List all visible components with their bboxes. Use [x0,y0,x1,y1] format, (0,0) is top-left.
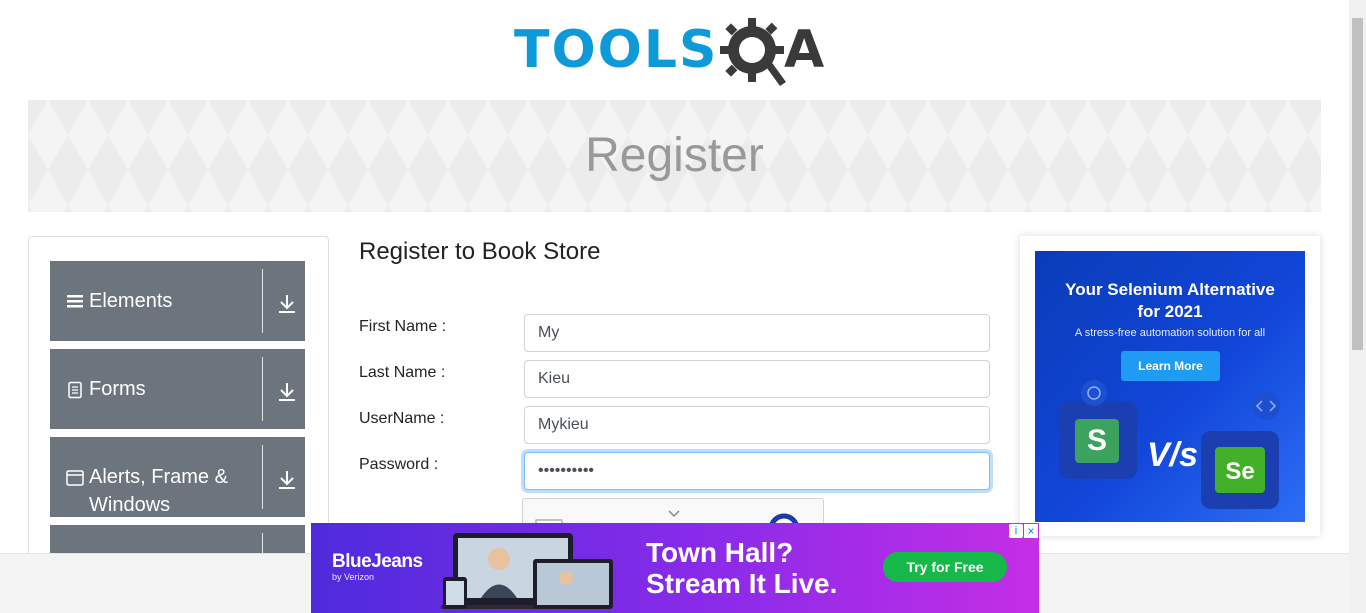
sidebar-group-label-line2: Windows [89,494,171,516]
katalon-logo: S [1075,419,1119,463]
try-for-free-button[interactable]: Try for Free [883,552,1007,582]
page: TOOLS A Register Elements Forms Alerts, … [0,0,1366,613]
scrollbar-thumb[interactable] [1352,18,1363,350]
right-ad-headline: Your Selenium Alternative for 2021 [1035,279,1305,323]
clock-icon [1081,380,1107,406]
download-arrow-icon[interactable] [276,381,298,403]
laptop-video-image [441,533,613,609]
logo-text-a: A [784,20,825,80]
page-title: Register [585,129,764,182]
password-input[interactable] [524,452,990,490]
hamburger-icon [67,295,83,308]
last-name-input[interactable] [524,360,990,398]
document-icon [68,381,82,399]
katalon-logo-tile: S [1059,401,1137,479]
page-scrollbar[interactable] [1349,0,1366,613]
sidebar-group-elements[interactable]: Elements [50,261,305,341]
divider [262,445,263,509]
selenium-logo: Se [1215,447,1265,493]
download-arrow-icon[interactable] [276,469,298,491]
sidebar: Elements Forms Alerts, Frame & Windows [28,236,329,567]
bluejeans-logo-sub: by Verizon [332,572,375,582]
last-name-label: Last Name : [359,364,446,381]
sidebar-group-forms[interactable]: Forms [50,349,305,429]
bottom-ad-headline-2: Stream It Live. [646,568,838,599]
sidebar-group-label: Forms [89,378,146,400]
right-ad-headline-line1: Your Selenium Alternative [1065,280,1275,299]
versus-text: V/s [1147,436,1199,474]
password-label: Password : [359,456,439,473]
divider [262,269,263,333]
right-ad[interactable]: Your Selenium Alternative for 2021 A str… [1035,251,1305,522]
learn-more-button[interactable]: Learn More [1121,351,1220,381]
code-icon [1252,392,1280,420]
sidebar-group-alerts-frame-windows[interactable]: Alerts, Frame & Windows [50,437,305,517]
logo-text-tools: TOOLS [514,20,719,80]
bottom-ad[interactable]: BlueJeans by Verizon Town Hall? Stream I… [311,523,1039,613]
selenium-logo-tile: Se [1201,431,1279,509]
page-banner: Register [28,100,1321,212]
username-input[interactable] [524,406,990,444]
bluejeans-logo: BlueJeans [332,551,423,572]
right-ad-container: Your Selenium Alternative for 2021 A str… [1020,236,1320,536]
chevron-down-icon [668,510,680,518]
right-ad-headline-line2: for 2021 [1137,302,1203,321]
download-arrow-icon[interactable] [276,293,298,315]
toolsqa-logo[interactable]: TOOLS A [514,14,840,92]
sidebar-group-label: Alerts, Frame & [89,466,228,488]
sidebar-group-label: Elements [89,290,173,312]
first-name-input[interactable] [524,314,990,352]
adchoices-icon[interactable]: i [1009,524,1023,538]
bottom-ad-headline-1: Town Hall? [646,537,794,568]
right-ad-subtext: A stress-free automation solution for al… [1074,327,1266,339]
username-label: UserName : [359,410,445,427]
close-ad-icon[interactable]: × [1024,524,1038,538]
divider [262,357,263,421]
first-name-label: First Name : [359,318,447,335]
window-icon [66,470,84,486]
form-title: Register to Book Store [359,238,601,265]
